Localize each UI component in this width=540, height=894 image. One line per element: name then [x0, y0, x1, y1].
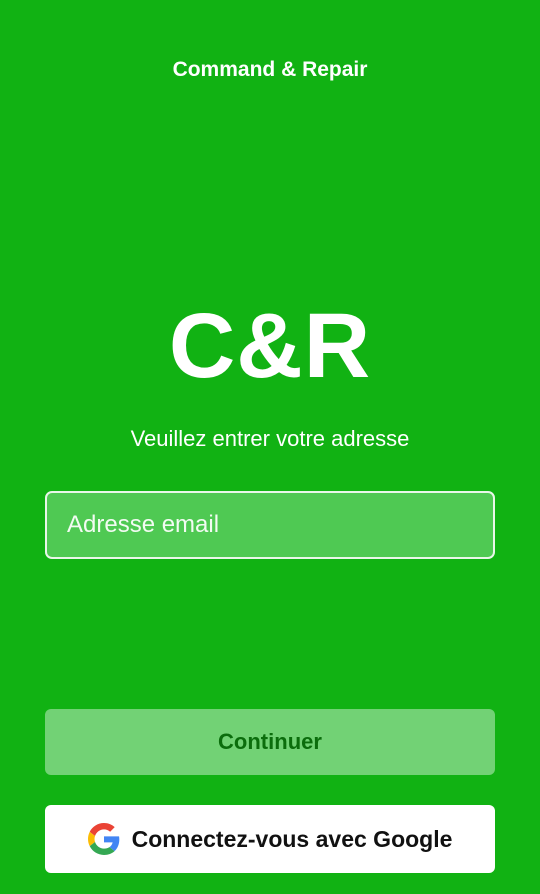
continue-button-label: Continuer — [218, 729, 322, 754]
email-input[interactable] — [47, 493, 493, 557]
google-signin-label: Connectez-vous avec Google — [131, 826, 453, 852]
google-icon — [87, 823, 120, 855]
google-signin-button[interactable]: Connectez-vous avec Google — [45, 805, 495, 873]
subtitle: Veuillez entrer votre adresse — [130, 426, 410, 451]
email-field[interactable] — [45, 491, 495, 559]
continue-button[interactable]: Continuer — [45, 709, 495, 775]
app-title: Command & Repair — [172, 58, 368, 81]
logo-text: C&R — [168, 295, 372, 397]
